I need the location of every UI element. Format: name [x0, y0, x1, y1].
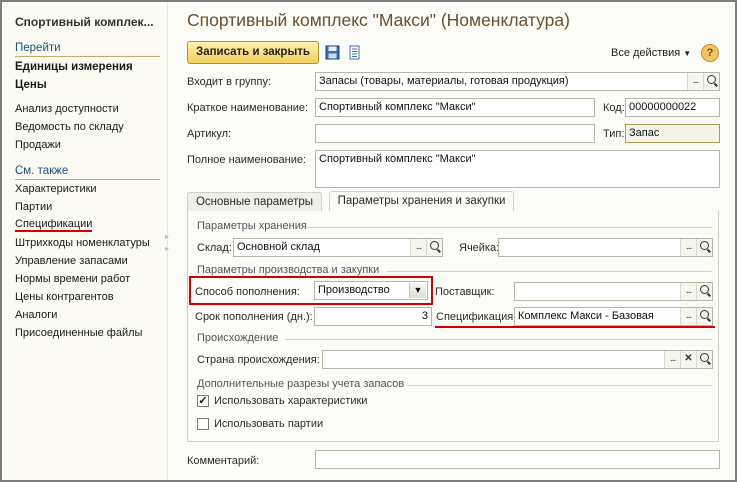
storage-divider: [307, 227, 712, 228]
spec-label: Спецификация:: [436, 311, 517, 323]
code-label: Код:: [603, 102, 625, 114]
search-icon[interactable]: [703, 73, 719, 90]
origin-divider: [285, 339, 712, 340]
list-icon[interactable]: [347, 45, 362, 60]
search-icon[interactable]: [696, 239, 712, 256]
use-characteristics-label: Использовать характеристики: [214, 395, 368, 407]
chevron-down-icon: ▼: [683, 49, 692, 58]
highlight-underline: [435, 326, 715, 328]
form-title: Спортивный комплекс "Макси" (Номенклатур…: [187, 10, 570, 30]
goto-divider: [15, 56, 160, 57]
code-field[interactable]: 00000000022: [625, 98, 720, 117]
short-name-field[interactable]: Спортивный комплекс "Макси": [315, 98, 595, 117]
nav-work-time-norms[interactable]: Нормы времени работ: [15, 273, 130, 285]
spec-field[interactable]: Комплекс Макси - Базовая ...: [514, 307, 713, 326]
nav-analogs[interactable]: Аналоги: [15, 309, 57, 321]
replenishment-value: Производство: [318, 284, 390, 296]
select-button[interactable]: ...: [680, 239, 696, 256]
group-value: Запасы (товары, материалы, готовая проду…: [319, 75, 569, 87]
supplier-field[interactable]: ...: [514, 282, 713, 301]
nav-sales[interactable]: Продажи: [15, 139, 61, 151]
see-also-divider: [15, 179, 160, 180]
select-button[interactable]: ...: [664, 351, 680, 368]
nav-availability[interactable]: Анализ доступности: [15, 103, 119, 115]
type-label: Тип:: [603, 128, 625, 140]
article-label: Артикул:: [187, 128, 232, 140]
supplier-label: Поставщик:: [435, 286, 495, 298]
storage-header: Параметры хранения: [197, 220, 307, 232]
form-area: Спортивный комплекс "Макси" (Номенклатур…: [169, 4, 737, 480]
short-name-label: Краткое наименование:: [187, 102, 309, 114]
tab-main-params[interactable]: Основные параметры: [187, 192, 322, 211]
use-characteristics-checkbox[interactable]: ✓: [197, 395, 209, 407]
use-batches-label: Использовать партии: [214, 418, 324, 430]
select-button[interactable]: ...: [410, 239, 426, 256]
nav-prices[interactable]: Цены: [15, 79, 47, 91]
extra-divider: [407, 385, 712, 386]
use-batches-checkbox[interactable]: [197, 418, 209, 430]
save-icon[interactable]: [325, 45, 340, 60]
select-button[interactable]: ...: [680, 283, 696, 300]
clear-icon[interactable]: ✕: [680, 351, 696, 368]
nav-warehouse-report[interactable]: Ведомость по складу: [15, 121, 124, 133]
production-header: Параметры производства и закупки: [197, 264, 380, 276]
panel-title: Спортивный комплек...: [15, 15, 154, 29]
select-button[interactable]: ...: [687, 73, 703, 90]
help-button[interactable]: ?: [701, 44, 719, 62]
full-name-label: Полное наименование:: [187, 154, 307, 166]
search-icon[interactable]: [696, 351, 712, 368]
save-and-close-button[interactable]: Записать и закрыть: [187, 41, 319, 64]
replenishment-select[interactable]: Производство ▼: [314, 281, 428, 300]
article-field[interactable]: [315, 124, 595, 143]
nav-barcodes[interactable]: Штрихкоды номенклатуры: [15, 237, 150, 249]
search-icon[interactable]: [696, 308, 712, 325]
replenishment-label: Способ пополнения:: [195, 286, 300, 298]
goto-header: Перейти: [15, 42, 61, 54]
tab-storage-purchase[interactable]: Параметры хранения и закупки: [329, 191, 514, 211]
origin-header: Происхождение: [197, 332, 279, 344]
comment-field[interactable]: [315, 450, 720, 469]
production-divider: [387, 271, 712, 272]
country-field[interactable]: ... ✕: [322, 350, 713, 369]
all-actions-label: Все действия: [611, 47, 681, 59]
search-icon[interactable]: [426, 239, 442, 256]
country-label: Страна происхождения:: [197, 354, 320, 366]
nav-inventory-management[interactable]: Управление запасами: [15, 255, 128, 267]
nav-specifications[interactable]: Спецификации: [15, 218, 93, 232]
term-label: Срок пополнения (дн.):: [195, 311, 313, 323]
navigation-panel: Спортивный комплек... Перейти Единицы из…: [4, 4, 169, 480]
nav-counterparty-prices[interactable]: Цены контрагентов: [15, 291, 114, 303]
term-field[interactable]: 3: [314, 307, 432, 326]
see-also-header: См. также: [15, 165, 69, 177]
window: Спортивный комплек... Перейти Единицы из…: [0, 0, 737, 482]
cell-label: Ячейка:: [459, 242, 500, 254]
search-icon[interactable]: [696, 283, 712, 300]
nav-batches[interactable]: Партии: [15, 201, 52, 213]
group-label: Входит в группу:: [187, 76, 271, 88]
nav-attached-files[interactable]: Присоединенные файлы: [15, 327, 142, 339]
comment-label: Комментарий:: [187, 455, 260, 467]
warehouse-field[interactable]: Основной склад ...: [233, 238, 443, 257]
cell-field[interactable]: ...: [498, 238, 713, 257]
all-actions-menu[interactable]: Все действия ▼: [611, 47, 691, 59]
nav-units[interactable]: Единицы измерения: [15, 61, 133, 73]
type-field[interactable]: Запас: [625, 124, 720, 143]
warehouse-label: Склад:: [197, 242, 232, 254]
full-name-field[interactable]: Спортивный комплекс "Макси": [315, 150, 720, 188]
select-button[interactable]: ...: [680, 308, 696, 325]
warehouse-value: Основной склад: [237, 241, 320, 253]
extra-header: Дополнительные разрезы учета запасов: [197, 378, 405, 390]
chevron-down-icon[interactable]: ▼: [409, 283, 426, 298]
spec-value: Комплекс Макси - Базовая: [518, 310, 654, 322]
group-field[interactable]: Запасы (товары, материалы, готовая проду…: [315, 72, 720, 91]
nav-characteristics[interactable]: Характеристики: [15, 183, 97, 195]
